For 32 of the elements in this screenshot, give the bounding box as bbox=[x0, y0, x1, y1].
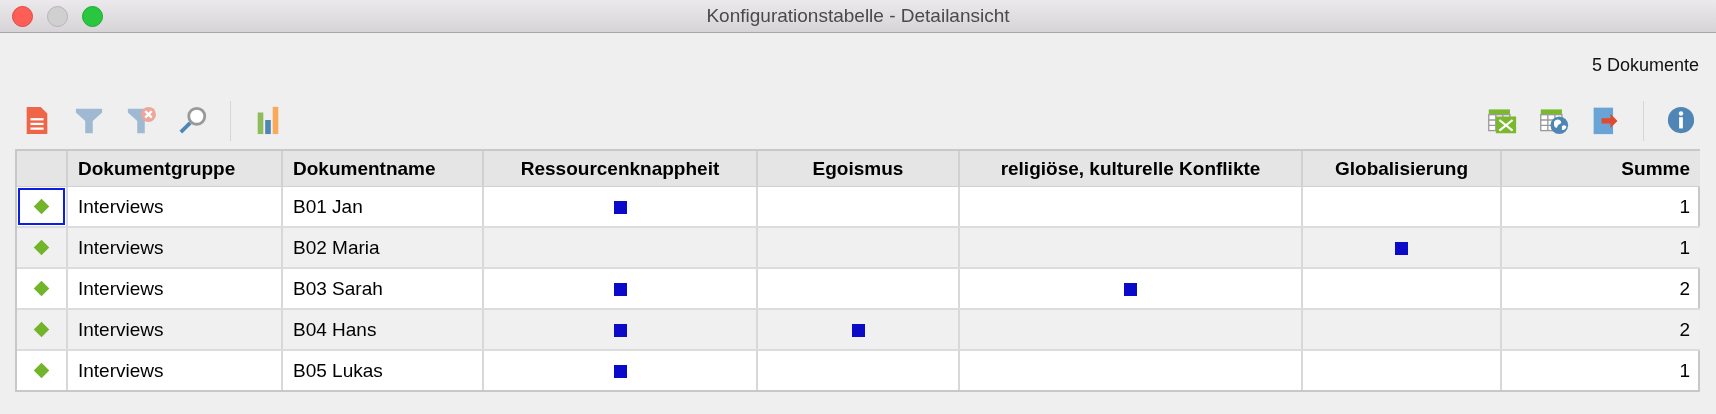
table-cell: Interviews bbox=[67, 309, 282, 350]
table-cell: 1 bbox=[1501, 350, 1700, 390]
column-header[interactable]: Dokumentgruppe bbox=[67, 151, 282, 187]
window-title: Konfigurationstabelle - Detailansicht bbox=[706, 5, 1010, 27]
code-marker bbox=[1395, 242, 1408, 255]
table-cell: B02 Maria bbox=[282, 227, 483, 268]
column-header[interactable]: Dokumentname bbox=[282, 151, 483, 187]
code-marker bbox=[613, 365, 627, 378]
table-cell: Interviews bbox=[67, 350, 282, 390]
code-marker bbox=[613, 283, 627, 296]
column-header[interactable]: religiöse, kulturelle Konflikte bbox=[959, 151, 1302, 187]
code-marker bbox=[851, 324, 865, 337]
column-header[interactable]: Summe bbox=[1501, 151, 1700, 187]
row-marker-cell[interactable] bbox=[18, 188, 65, 225]
column-header[interactable]: Egoismus bbox=[757, 151, 959, 187]
close-button[interactable] bbox=[12, 5, 33, 27]
table-cell: B05 Lukas bbox=[282, 350, 483, 390]
code-marker bbox=[613, 201, 627, 214]
table-cell: 2 bbox=[1501, 309, 1700, 350]
info-icon[interactable] bbox=[1666, 105, 1696, 135]
zoom-button[interactable] bbox=[82, 5, 103, 27]
document-count: 5 Dokumente bbox=[1591, 55, 1699, 77]
code-marker bbox=[1124, 283, 1137, 296]
minimize-button[interactable] bbox=[47, 5, 68, 27]
clear-filter-icon[interactable] bbox=[126, 105, 156, 135]
table-cell: 1 bbox=[1501, 227, 1700, 268]
search-icon[interactable] bbox=[178, 105, 208, 135]
code-marker bbox=[613, 324, 627, 337]
table-cell: Interviews bbox=[67, 227, 282, 268]
column-header[interactable]: Globalisierung bbox=[1302, 151, 1501, 187]
column-header[interactable]: Ressourcenknappheit bbox=[483, 151, 757, 187]
table-cell: B04 Hans bbox=[282, 309, 483, 350]
